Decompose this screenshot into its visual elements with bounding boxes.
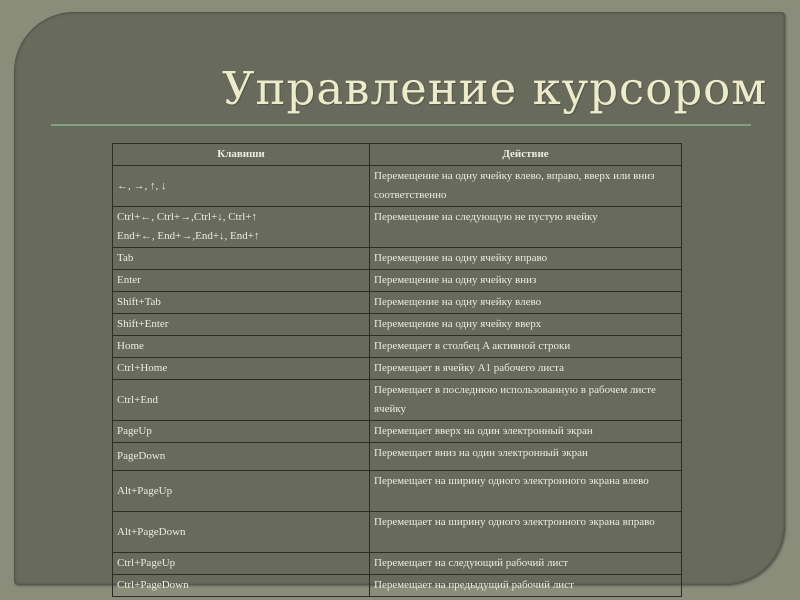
key-text: PageUp: [117, 425, 152, 437]
key-text: Ctrl+PageDown: [117, 579, 189, 591]
table-row: Shift+Tab Перемещение на одну ячейку влев…: [112, 291, 682, 314]
key-cell: Ctrl+Home: [112, 357, 370, 380]
action-cell: Перемещение на следующую не пустую ячейк…: [369, 206, 682, 248]
slide-title: Управление курсором: [222, 62, 768, 115]
table-row: Alt+PageUp Перемещает на ширину одного эл…: [112, 470, 682, 512]
key-text: Home: [117, 340, 144, 352]
key-cell: PageUp: [112, 420, 370, 443]
key-text-alt: End+←, End+→,End+↓, End+↑: [117, 230, 260, 242]
key-cell: Ctrl+PageUp: [112, 552, 370, 575]
key-cell: PageDown: [112, 442, 370, 471]
header-action: Действие: [369, 143, 682, 166]
table-row: PageUp Перемещает вверх на один электронн…: [112, 420, 682, 443]
key-cell: Ctrl+PageDown: [112, 574, 370, 597]
key-text: Enter: [117, 274, 141, 286]
action-cell: Перемещает на предыдущий рабочий лист: [369, 574, 682, 597]
key-text: Tab: [117, 252, 134, 264]
table-row: PageDown Перемещает вниз на один электрон…: [112, 442, 682, 471]
table-row: Ctrl+PageDown Перемещает на предыдущий ра…: [112, 574, 682, 597]
table-row: ←, →, ↑, ↓ Перемещение на одну ячейку вле…: [112, 165, 682, 207]
action-cell: Перемещает на ширину одного электронного…: [369, 511, 682, 553]
action-cell: Перемещает вниз на один электронный экра…: [369, 442, 682, 471]
action-cell: Перемещение на одну ячейку влево: [369, 291, 682, 314]
action-cell: Перемещение на одну ячейку влево, вправо…: [369, 165, 682, 207]
shortcuts-table: Клавиши Действие ←, →, ↑, ↓ Перемещение н…: [112, 143, 682, 597]
table-header-row: Клавиши Действие: [112, 143, 682, 166]
key-cell: Tab: [112, 247, 370, 270]
key-cell: Enter: [112, 269, 370, 292]
key-text: ←, →, ↑, ↓: [117, 179, 167, 192]
key-text: Alt+PageDown: [117, 525, 186, 538]
key-text: Shift+Enter: [117, 318, 169, 330]
key-cell: Alt+PageDown: [112, 511, 370, 553]
key-cell: ←, →, ↑, ↓: [112, 165, 370, 207]
header-keys: Клавиши: [112, 143, 370, 166]
key-cell: Alt+PageUp: [112, 470, 370, 512]
key-cell: Shift+Enter: [112, 313, 370, 336]
key-cell: Ctrl+←, Ctrl+→,Ctrl+↓, Ctrl+↑ End+←, End+…: [112, 206, 370, 248]
key-text: Ctrl+←, Ctrl+→,Ctrl+↓, Ctrl+↑: [117, 211, 258, 223]
table-row: Ctrl+End Перемещает в последнюю использов…: [112, 379, 682, 421]
table-row: Tab Перемещение на одну ячейку вправо: [112, 247, 682, 270]
key-text: Alt+PageUp: [117, 484, 173, 497]
table-row: Enter Перемещение на одну ячейку вниз: [112, 269, 682, 292]
key-cell: Ctrl+End: [112, 379, 370, 421]
action-cell: Перемещает на ширину одного электронного…: [369, 470, 682, 512]
key-text: Shift+Tab: [117, 296, 161, 308]
table-row: Home Перемещает в столбец A активной стро…: [112, 335, 682, 358]
table-row: Alt+PageDown Перемещает на ширину одного …: [112, 511, 682, 553]
key-cell: Home: [112, 335, 370, 358]
table-row: Shift+Enter Перемещение на одну ячейку вв…: [112, 313, 682, 336]
key-cell: Shift+Tab: [112, 291, 370, 314]
table-row: Ctrl+←, Ctrl+→,Ctrl+↓, Ctrl+↑ End+←, End+…: [112, 206, 682, 248]
key-text: Ctrl+Home: [117, 362, 168, 374]
key-text: PageDown: [117, 450, 166, 462]
title-divider: [51, 124, 751, 126]
key-text: Ctrl+End: [117, 393, 159, 406]
key-text: Ctrl+PageUp: [117, 557, 176, 569]
action-cell: Перемещение на одну ячейку вправо: [369, 247, 682, 270]
action-cell: Перемещает в последнюю использованную в …: [369, 379, 682, 421]
table-row: Ctrl+PageUp Перемещает на следующий рабоч…: [112, 552, 682, 575]
action-cell: Перемещение на одну ячейку вниз: [369, 269, 682, 292]
action-cell: Перемещает в ячейку A1 рабочего листа: [369, 357, 682, 380]
action-cell: Перемещает в столбец A активной строки: [369, 335, 682, 358]
action-cell: Перемещает вверх на один электронный экр…: [369, 420, 682, 443]
table-row: Ctrl+Home Перемещает в ячейку A1 рабочего…: [112, 357, 682, 380]
action-cell: Перемещение на одну ячейку вверх: [369, 313, 682, 336]
action-cell: Перемещает на следующий рабочий лист: [369, 552, 682, 575]
